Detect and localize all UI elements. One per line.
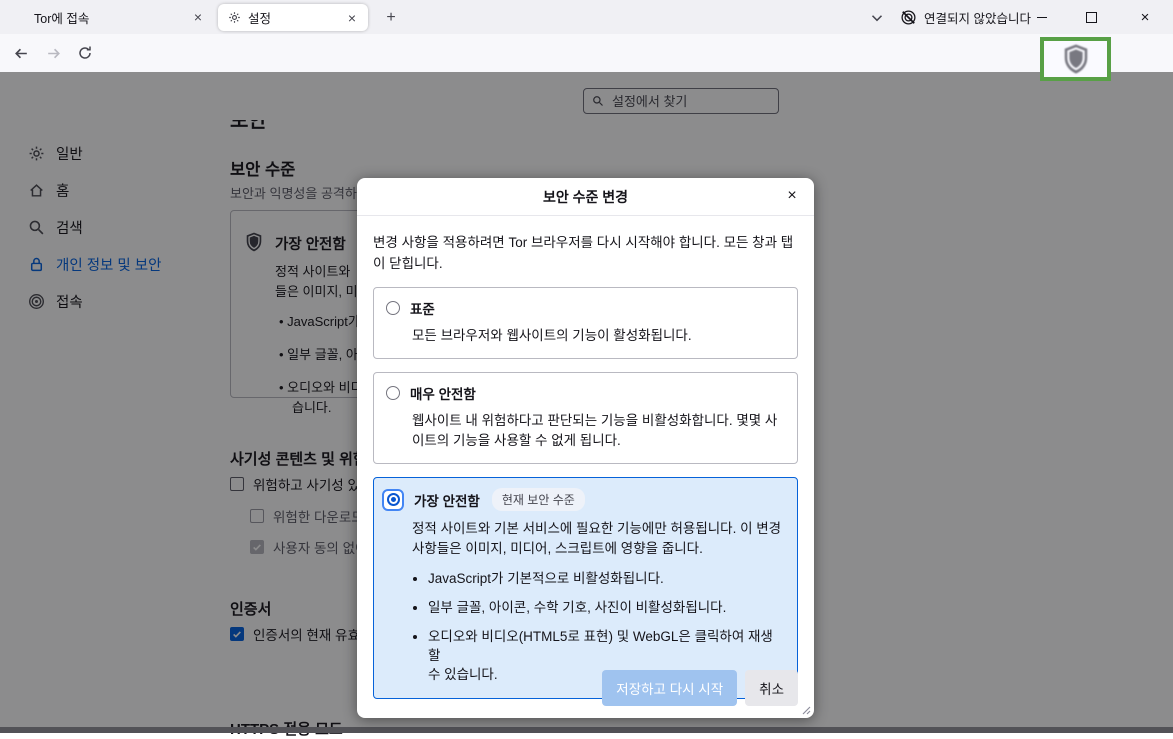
reload-button[interactable]	[72, 41, 98, 65]
window-close-button[interactable]: ×	[1122, 0, 1168, 34]
new-tab-button[interactable]: +	[380, 7, 402, 29]
list-all-tabs-chevron-icon[interactable]	[868, 9, 886, 27]
option-safer[interactable]: 매우 안전함 웹사이트 내 위험하다고 판단되는 기능을 비활성화합니다. 몇몇…	[373, 372, 798, 464]
shield-icon	[1059, 42, 1093, 76]
connection-status: 연결되지 않았습니다	[900, 6, 1031, 28]
tab-bar: Tor에 접속 × 설정 × + 연결되지 않았습니다 ×	[0, 0, 1173, 34]
window-bottom-edge	[0, 727, 1173, 733]
bullet-item: JavaScript가 기본적으로 비활성화됩니다.	[428, 569, 785, 588]
gear-icon	[228, 11, 241, 24]
option-description: 웹사이트 내 위험하다고 판단되는 기능을 비활성화합니다. 몇몇 사 이트의 …	[412, 411, 785, 451]
dialog-header: 보안 수준 변경 ×	[357, 178, 814, 216]
window-minimize-button[interactable]	[1019, 0, 1065, 34]
radio-unselected[interactable]	[386, 301, 400, 315]
dialog-close-icon[interactable]: ×	[780, 184, 804, 208]
navigation-toolbar: Tor 브라우저 about:preferences#privacy	[0, 34, 1173, 72]
back-button[interactable]	[8, 41, 34, 65]
save-and-restart-button[interactable]: 저장하고 다시 시작	[602, 670, 737, 706]
option-label: 가장 안전함	[414, 490, 480, 510]
dialog-intro-text: 변경 사항을 적용하려면 Tor 브라우저를 다시 시작해야 합니다. 모든 창…	[373, 232, 798, 274]
current-level-badge: 현재 보안 수준	[492, 488, 585, 511]
tab-tor-connect[interactable]: Tor에 접속 ×	[8, 0, 214, 34]
tab-close-icon[interactable]: ×	[342, 8, 362, 28]
option-description: 모든 브라우저와 웹사이트의 기능이 활성화됩니다.	[412, 326, 785, 346]
dialog-title: 보안 수준 변경	[543, 187, 628, 207]
radio-unselected[interactable]	[386, 386, 400, 400]
tab-label: 설정	[248, 8, 342, 27]
option-label: 표준	[410, 298, 435, 318]
option-bullet-list: JavaScript가 기본적으로 비활성화됩니다. 일부 글꼴, 아이콘, 수…	[386, 569, 785, 684]
annotation-highlight-shield-button[interactable]	[1040, 37, 1111, 81]
option-safest[interactable]: 가장 안전함 현재 보안 수준 정적 사이트와 기본 서비스에 필요한 기능에만…	[373, 477, 798, 699]
window-maximize-button[interactable]	[1068, 0, 1114, 34]
not-connected-icon	[900, 9, 917, 26]
bullet-item: 일부 글꼴, 아이콘, 수학 기호, 사진이 비활성화됩니다.	[428, 598, 785, 617]
tab-label: Tor에 접속	[34, 8, 188, 27]
connection-status-label: 연결되지 않았습니다	[924, 8, 1031, 27]
security-level-dialog: 보안 수준 변경 × 변경 사항을 적용하려면 Tor 브라우저를 다시 시작해…	[357, 178, 814, 718]
option-description: 정적 사이트와 기본 서비스에 필요한 기능에만 허용됩니다. 이 변경 사항들…	[412, 519, 785, 559]
tab-settings[interactable]: 설정 ×	[218, 4, 368, 31]
forward-button[interactable]	[40, 41, 66, 65]
option-standard[interactable]: 표준 모든 브라우저와 웹사이트의 기능이 활성화됩니다.	[373, 287, 798, 359]
tab-close-icon[interactable]: ×	[188, 7, 208, 27]
radio-selected[interactable]	[382, 489, 404, 511]
option-label: 매우 안전함	[410, 383, 476, 403]
cancel-button[interactable]: 취소	[745, 670, 798, 706]
dialog-resize-grip[interactable]	[800, 704, 811, 715]
